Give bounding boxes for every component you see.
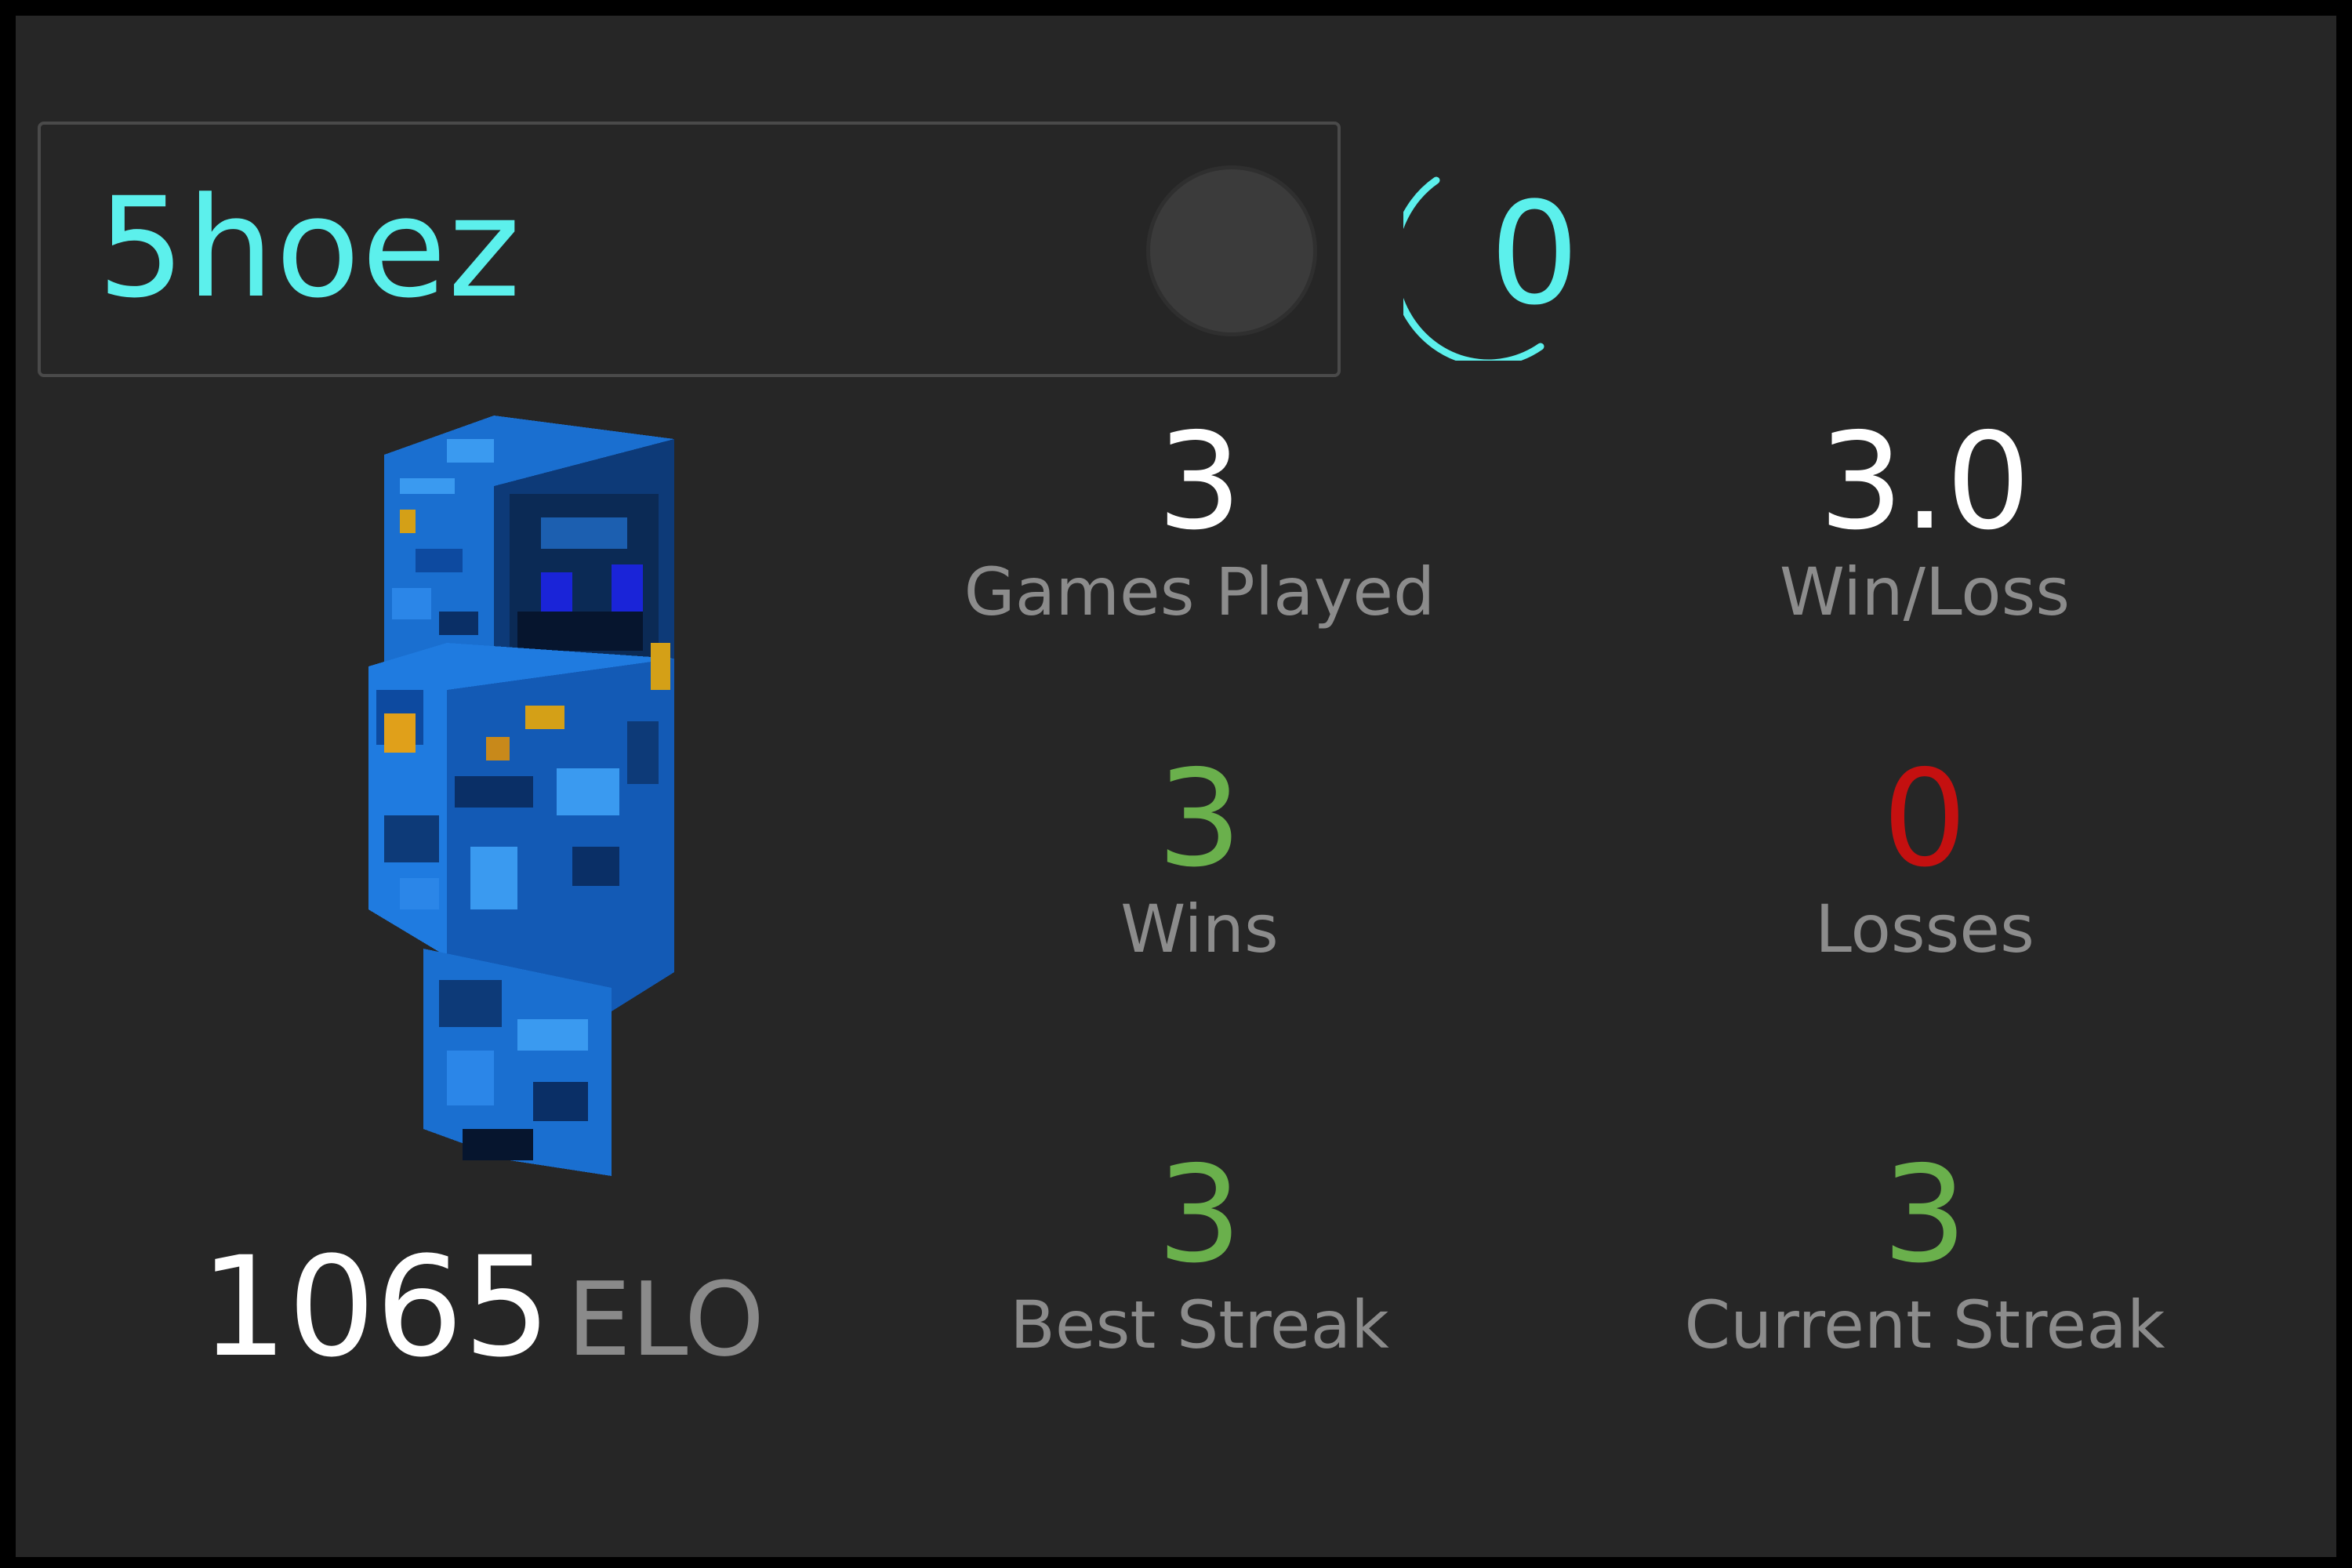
stat-label: Best Streak: [1010, 1287, 1389, 1363]
stat-losses: 0 Losses: [1650, 749, 2199, 968]
elo-rating: 1065 ELO: [200, 1227, 764, 1388]
stat-win-loss: 3.0 Win/Loss: [1650, 412, 2199, 631]
stat-value: 3.0: [1818, 405, 2031, 560]
player-stats-card: 5hoez 0 1065 ELO 3 Games Played 3.0 Win/…: [16, 16, 2336, 1557]
stat-wins: 3 Wins: [925, 749, 1474, 968]
stat-value: 3: [1882, 1138, 1968, 1293]
stat-current-streak: 3 Current Streak: [1650, 1145, 2199, 1364]
stat-label: Losses: [1815, 891, 2034, 967]
stat-value: 0: [1882, 742, 1968, 897]
stat-label: Current Streak: [1684, 1287, 2165, 1363]
stat-label: Games Played: [964, 554, 1436, 630]
elo-value: 1065: [200, 1227, 551, 1388]
player-skin-image: [368, 416, 674, 1176]
player-name-box[interactable]: 5hoez: [38, 122, 1341, 377]
stat-games-played: 3 Games Played: [925, 412, 1474, 631]
stat-value: 3: [1156, 742, 1243, 897]
stat-value: 3: [1156, 405, 1243, 560]
status-dot-icon: [1146, 165, 1317, 336]
stat-label: Wins: [1120, 891, 1279, 967]
player-name: 5hoez: [97, 168, 522, 328]
elo-unit: ELO: [566, 1260, 765, 1379]
stat-best-streak: 3 Best Streak: [925, 1145, 1474, 1364]
level-number: 0: [1490, 172, 1580, 336]
stat-value: 3: [1156, 1138, 1243, 1293]
stat-label: Win/Loss: [1779, 554, 2071, 630]
